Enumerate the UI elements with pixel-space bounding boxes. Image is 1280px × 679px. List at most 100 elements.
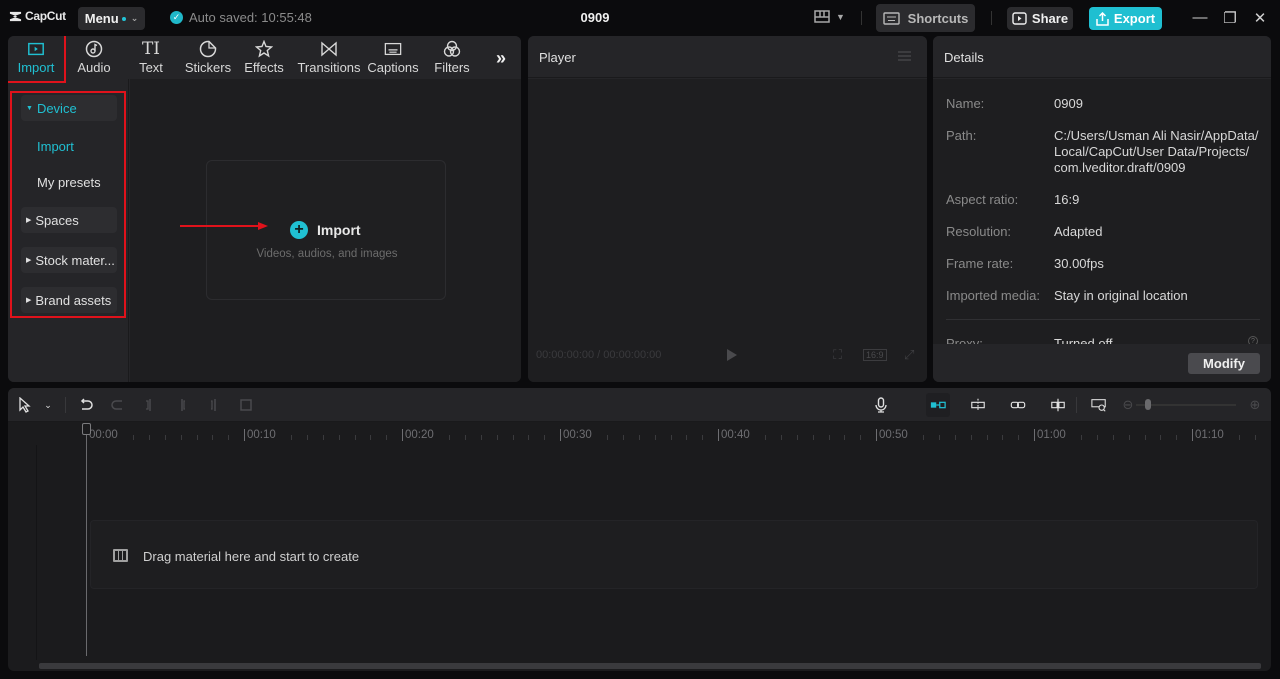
tab-captions[interactable]: Captions	[367, 38, 419, 78]
ruler-tick	[544, 435, 546, 440]
record-audio-button[interactable]	[872, 396, 890, 414]
chevron-down-icon: ⌄	[130, 13, 139, 23]
ruler-label: 00:50	[876, 429, 908, 441]
transitions-icon	[321, 41, 337, 57]
logo-text: CapCut	[25, 9, 66, 23]
detail-label: Resolution:	[946, 224, 1012, 239]
delete-icon	[240, 399, 252, 411]
select-tool-button[interactable]	[16, 396, 34, 414]
tab-text[interactable]: TI Text	[136, 38, 166, 78]
ruler-tick	[1128, 435, 1130, 440]
timeline-ruler[interactable]: 00:00 00:10 00:20 00:30 00:40 00:50 01:00 01:10	[8, 423, 1271, 445]
ruler-tick	[354, 435, 356, 440]
ruler-tick	[228, 435, 230, 440]
zoom-out-icon[interactable]: ⊖	[1119, 396, 1137, 414]
trim-right-icon	[211, 399, 216, 411]
captions-icon	[384, 42, 402, 56]
export-button[interactable]: Export	[1089, 7, 1162, 30]
divider	[1076, 397, 1077, 413]
delete-right-button[interactable]	[205, 396, 223, 414]
divider	[861, 11, 862, 25]
modify-button[interactable]: Modify	[1188, 353, 1260, 374]
aspect-ratio-button[interactable]: 16:9	[863, 349, 887, 361]
delete-left-button[interactable]	[173, 396, 191, 414]
player-header: Player	[528, 36, 927, 78]
tab-effects[interactable]: Effects	[244, 38, 284, 78]
tab-filters[interactable]: Filters	[433, 38, 471, 78]
undo-icon	[80, 398, 93, 410]
layout-button[interactable]: ▼	[814, 10, 845, 23]
preview-axis-button[interactable]	[1049, 396, 1067, 414]
detail-value: Adapted	[1054, 224, 1103, 239]
tab-audio[interactable]: Audio	[74, 38, 114, 78]
menu-button[interactable]: Menu ⌄	[78, 7, 145, 30]
menu-label: Menu	[84, 11, 119, 26]
ruler-tick	[1002, 435, 1004, 440]
ruler-tick	[812, 435, 814, 440]
ruler-tick	[923, 435, 925, 440]
keyboard-icon	[882, 11, 900, 25]
menu-icon[interactable]	[898, 51, 911, 61]
tab-label: Captions	[367, 60, 419, 75]
share-button[interactable]: Share	[1007, 7, 1073, 30]
main-track-drop-zone[interactable]: Drag material here and start to create	[90, 520, 1258, 589]
playhead[interactable]	[86, 426, 87, 656]
undo-button[interactable]	[77, 396, 95, 414]
zoom-slider-handle[interactable]	[1145, 399, 1151, 410]
ruler-tick	[338, 435, 340, 440]
zoom-in-icon[interactable]: ⊕	[1246, 396, 1264, 414]
ruler-label: 01:00	[1034, 429, 1066, 441]
fit-view-icon[interactable]: ⛶	[833, 347, 842, 363]
detail-label: Proxy:	[946, 336, 983, 344]
project-title: 0909	[580, 10, 610, 25]
linkage-button[interactable]	[1009, 396, 1027, 414]
track-header-divider	[36, 445, 37, 660]
maximize-button[interactable]: ❐	[1221, 9, 1239, 27]
ruler-label: 00:10	[244, 429, 276, 441]
ruler-tick	[528, 435, 530, 440]
details-footer: Modify	[933, 344, 1271, 382]
ruler-tick	[1239, 435, 1241, 440]
chevron-down-icon[interactable]: ⌄	[39, 396, 57, 414]
notification-dot	[121, 16, 126, 21]
split-button[interactable]	[141, 396, 159, 414]
chevron-down-icon: ▼	[836, 11, 845, 22]
tab-label: Filters	[434, 60, 470, 75]
auto-snap-icon	[971, 398, 985, 412]
timeline-horizontal-scrollbar[interactable]	[39, 663, 1261, 669]
plus-icon: +	[290, 221, 308, 239]
divider	[65, 397, 66, 413]
playhead-handle[interactable]	[82, 423, 91, 435]
media-tabs: Import Audio TI Text Stickers Effects Tr…	[8, 36, 521, 79]
play-icon[interactable]	[727, 349, 737, 361]
annotation-box-sidebar	[10, 91, 126, 318]
ruler-tick	[512, 435, 514, 440]
details-header: Details	[933, 36, 1271, 78]
redo-button[interactable]	[109, 396, 127, 414]
fullscreen-icon[interactable]: ⤢	[904, 347, 914, 363]
title-bar: CapCut Menu ⌄ ✓ Auto saved: 10:55:48 090…	[0, 0, 1280, 36]
help-icon[interactable]: ?	[1248, 336, 1258, 344]
ruler-tick	[496, 435, 498, 440]
media-panel: Import Audio TI Text Stickers Effects Tr…	[8, 36, 521, 382]
ruler-tick	[465, 435, 467, 440]
tab-stickers[interactable]: Stickers	[184, 38, 232, 78]
ruler-tick	[623, 435, 625, 440]
auto-snap-button[interactable]	[969, 396, 987, 414]
tab-label: Transitions	[297, 60, 361, 75]
tab-transitions[interactable]: Transitions	[297, 38, 361, 78]
ruler-label: 00:30	[560, 429, 592, 441]
filters-icon	[443, 40, 461, 57]
shortcuts-button[interactable]: Shortcuts	[876, 4, 975, 32]
ruler-search-icon	[1091, 399, 1106, 412]
timeline-zoom-slider[interactable]	[1136, 404, 1236, 406]
ruler-tick	[1144, 435, 1146, 440]
timeline-toolbar: ⌄ ⊖ ⊕	[8, 388, 1271, 422]
minimize-button[interactable]: —	[1191, 9, 1209, 26]
ruler-tick	[1097, 435, 1099, 440]
delete-button[interactable]	[237, 396, 255, 414]
timeline-zoom-fit-button[interactable]	[1090, 396, 1108, 414]
close-button[interactable]: ✕	[1251, 9, 1269, 27]
more-tabs-button[interactable]: »	[496, 48, 506, 69]
capcut-logo: CapCut	[9, 9, 66, 23]
